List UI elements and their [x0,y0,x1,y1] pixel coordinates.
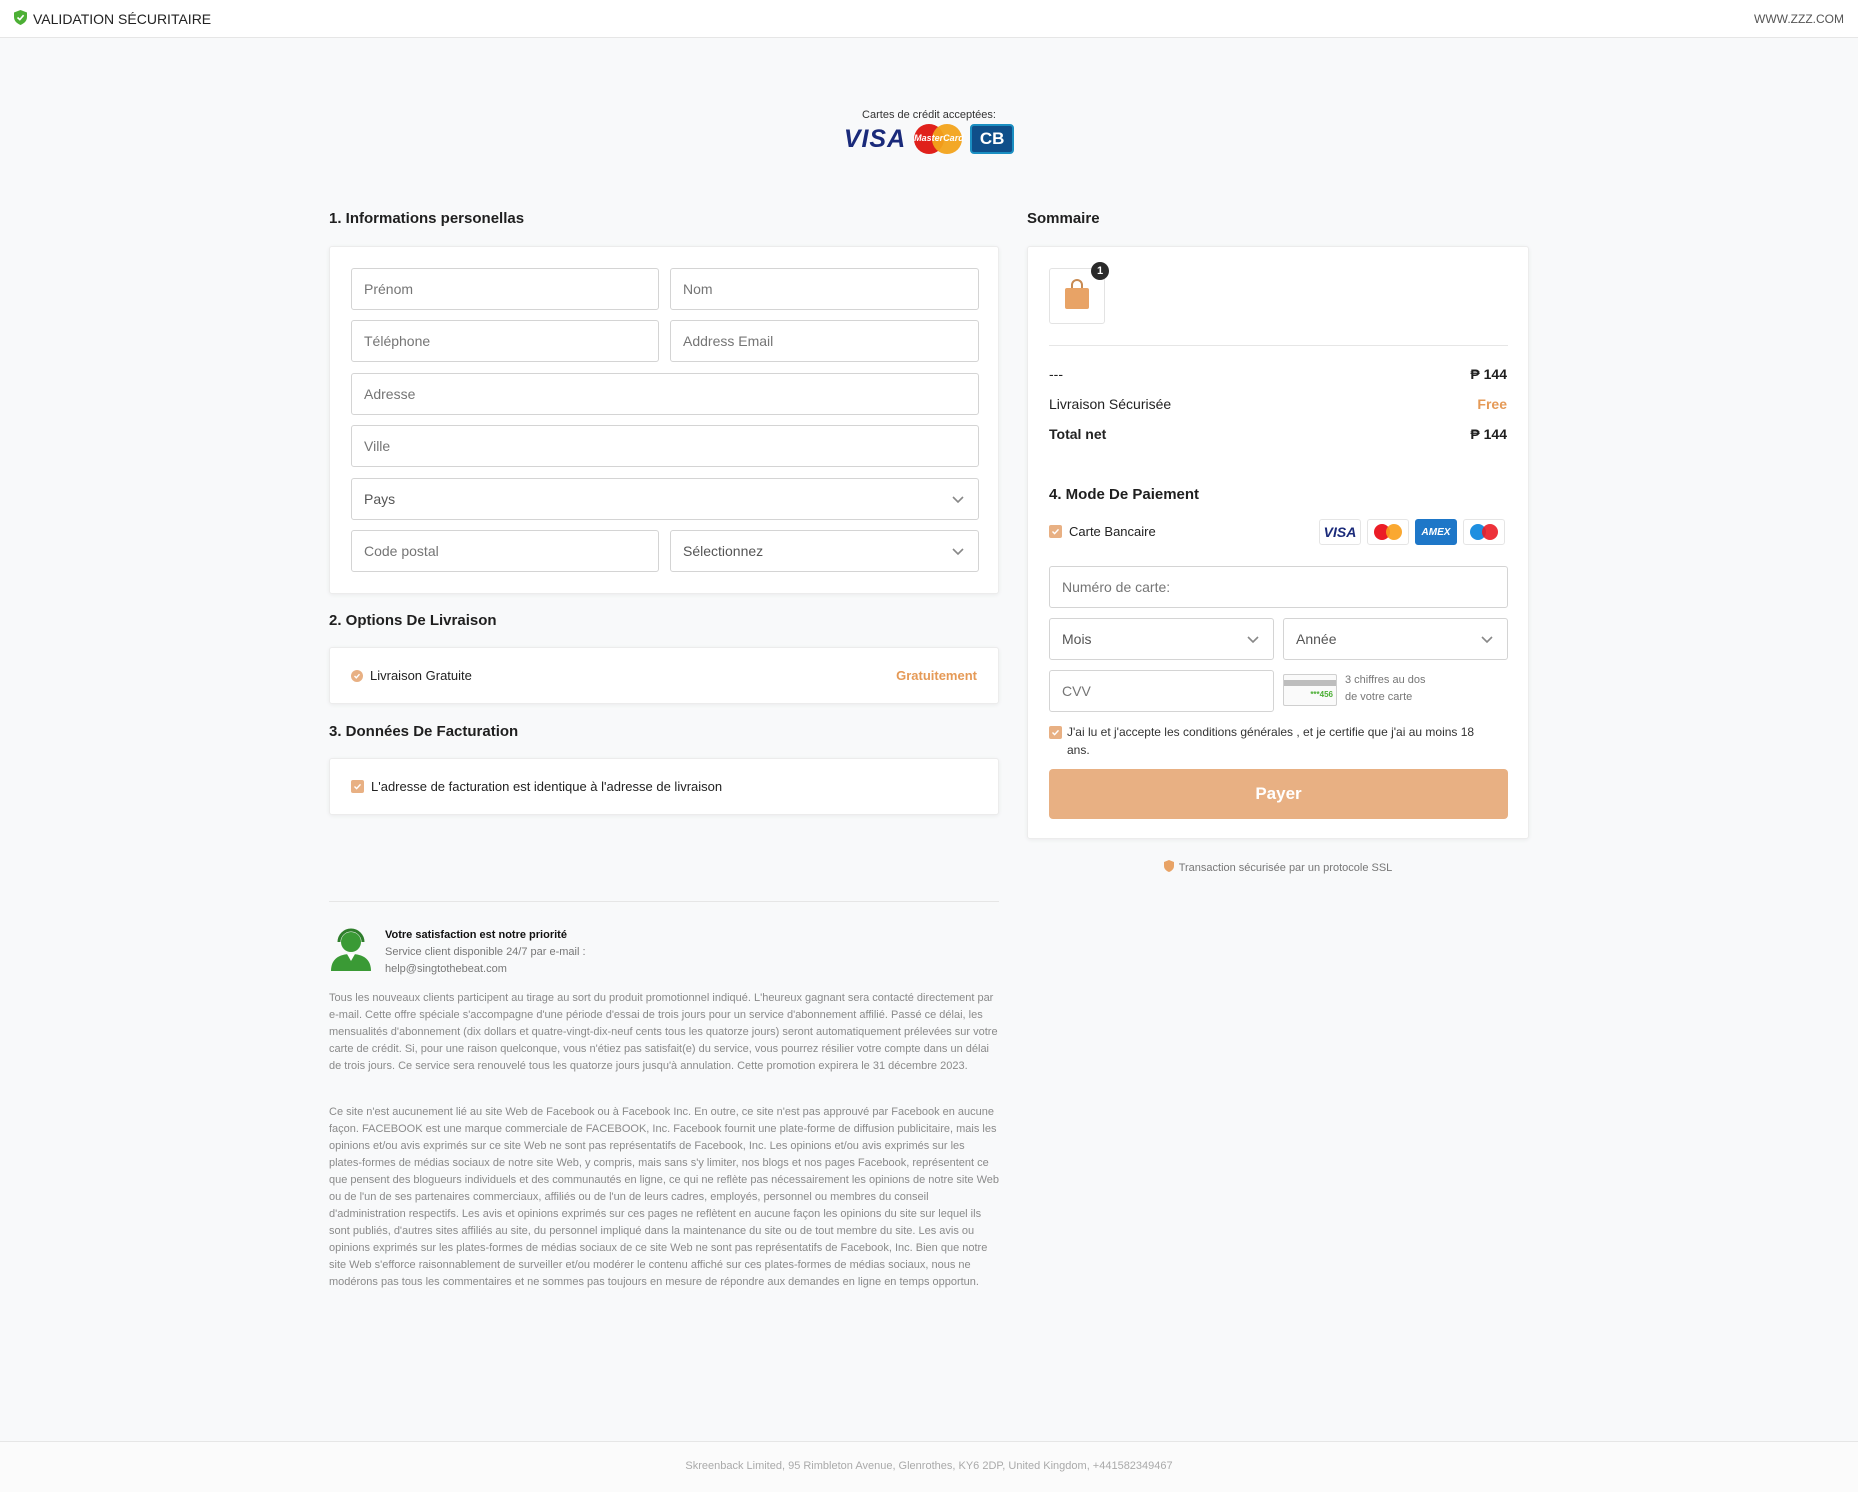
shield-check-icon [14,9,27,28]
checkbox-checked-icon[interactable] [351,780,364,793]
ssl-note: Transaction sécurisée par un protocole S… [1027,860,1529,875]
support-email[interactable]: help@singtothebeat.com [385,961,586,978]
mastercard-logo: MasterCard [914,124,964,154]
summary-panel: 1 --- ₱ 144 Livraison Sécurisée Free Tot… [1027,246,1529,839]
region-select-value: Sélectionnez [683,543,764,559]
cvv-hint-line1: 3 chiffres au dos [1345,674,1426,686]
mastercard-logo [1367,519,1409,545]
card-payment-label: Carte Bancaire [1069,524,1156,539]
free-shipping-label: Livraison Gratuite [370,668,472,683]
shipping-label: Livraison Sécurisée [1049,396,1172,412]
checkbox-checked-icon[interactable] [1049,525,1062,538]
cvv-hint-line2: de votre carte [1345,691,1413,703]
payment-method-title: 4. Mode De Paiement [1049,486,1200,503]
support-line1: Service client disponible 24/7 par e-mai… [385,946,586,958]
cb-logo: CB [970,124,1015,154]
chevron-down-icon [1245,631,1261,650]
personal-info-panel: Pays Sélectionnez [329,246,999,594]
top-bar: VALIDATION SÉCURITAIRE WWW.ZZZ.COM [0,0,1858,38]
region-select[interactable]: Sélectionnez [670,530,979,572]
visa-logo: VISA [843,124,907,153]
total-label: Total net [1049,426,1107,442]
shipping-options-panel: Livraison Gratuite Gratuitement [329,647,999,704]
first-name-input[interactable] [351,268,659,310]
footer: Skreenback Limited, 95 Rimbleton Avenue,… [0,1441,1858,1492]
chevron-down-icon [950,491,966,510]
divider [1049,345,1508,346]
promo-disclaimer: Tous les nouveaux clients participent au… [329,992,998,1072]
postal-code-input[interactable] [351,530,659,572]
free-shipping-option[interactable]: Livraison Gratuite [351,668,472,683]
billing-title: 3. Données De Facturation [329,723,519,740]
cvv-input[interactable] [1049,670,1274,712]
cvv-card-icon: ***456 [1283,674,1337,706]
shipping-options-title: 2. Options De Livraison [329,612,497,629]
month-select[interactable]: Mois [1049,618,1274,660]
support-title: Votre satisfaction est notre priorité [385,929,567,941]
terms-label-line1: J'ai lu et j'accepte les conditions géné… [1067,725,1475,739]
support-agent-icon [329,925,373,971]
same-address-label: L'adresse de facturation est identique à… [371,779,723,794]
last-name-input[interactable] [670,268,979,310]
billing-panel: L'adresse de facturation est identique à… [329,758,999,815]
support-block: Votre satisfaction est notre priorité Se… [385,927,586,978]
shipping-price: Gratuitement [896,668,977,683]
country-select-value: Pays [364,491,396,507]
summary-title: Sommaire [1027,210,1100,227]
year-select-value: Année [1296,631,1337,647]
accepted-cards-label: Cartes de crédit acceptées: [862,109,996,121]
terms-label-line2: ans. [1067,743,1090,757]
total-value: ₱ 144 [1470,426,1507,442]
footer-address: Skreenback Limited, 95 Rimbleton Avenue,… [685,1460,1173,1472]
radio-selected-icon [351,669,363,682]
accepted-cards: Cartes de crédit acceptées: VISA MasterC… [0,109,1858,154]
item-price: ₱ 144 [1470,366,1507,382]
brand: VALIDATION SÉCURITAIRE [14,9,212,28]
terms-row[interactable]: J'ai lu et j'accepte les conditions géné… [1049,723,1511,759]
item-label: --- [1049,366,1063,382]
chevron-down-icon [1479,631,1495,650]
personal-info-title: 1. Informations personellas [329,210,525,227]
checkbox-checked-icon[interactable] [1049,726,1062,739]
chevron-down-icon [950,543,966,562]
same-address-checkbox-row[interactable]: L'adresse de facturation est identique à… [351,779,722,794]
amex-logo: AMEX [1415,519,1457,545]
shopping-bag-icon [1063,278,1091,315]
card-payment-option[interactable]: Carte Bancaire [1049,524,1156,539]
month-select-value: Mois [1062,631,1092,647]
cart-count-badge: 1 [1091,262,1109,280]
divider [329,901,999,902]
address-input[interactable] [351,373,979,415]
visa-logo: VISA [1319,519,1361,545]
year-select[interactable]: Année [1283,618,1508,660]
card-number-input[interactable] [1049,566,1508,608]
city-input[interactable] [351,425,979,467]
shipping-value: Free [1477,396,1507,412]
shield-icon [1163,860,1174,875]
pay-button[interactable]: Payer [1049,769,1508,819]
country-select[interactable]: Pays [351,478,979,520]
site-url: WWW.ZZZ.COM [1754,11,1844,26]
maestro-logo [1463,519,1505,545]
email-input[interactable] [670,320,979,362]
page-title: VALIDATION SÉCURITAIRE [33,10,212,27]
phone-input[interactable] [351,320,659,362]
ssl-note-text: Transaction sécurisée par un protocole S… [1178,861,1393,874]
cvv-hint: 3 chiffres au dos de votre carte [1345,672,1426,706]
facebook-disclaimer: Ce site n'est aucunement lié au site Web… [329,1106,999,1288]
